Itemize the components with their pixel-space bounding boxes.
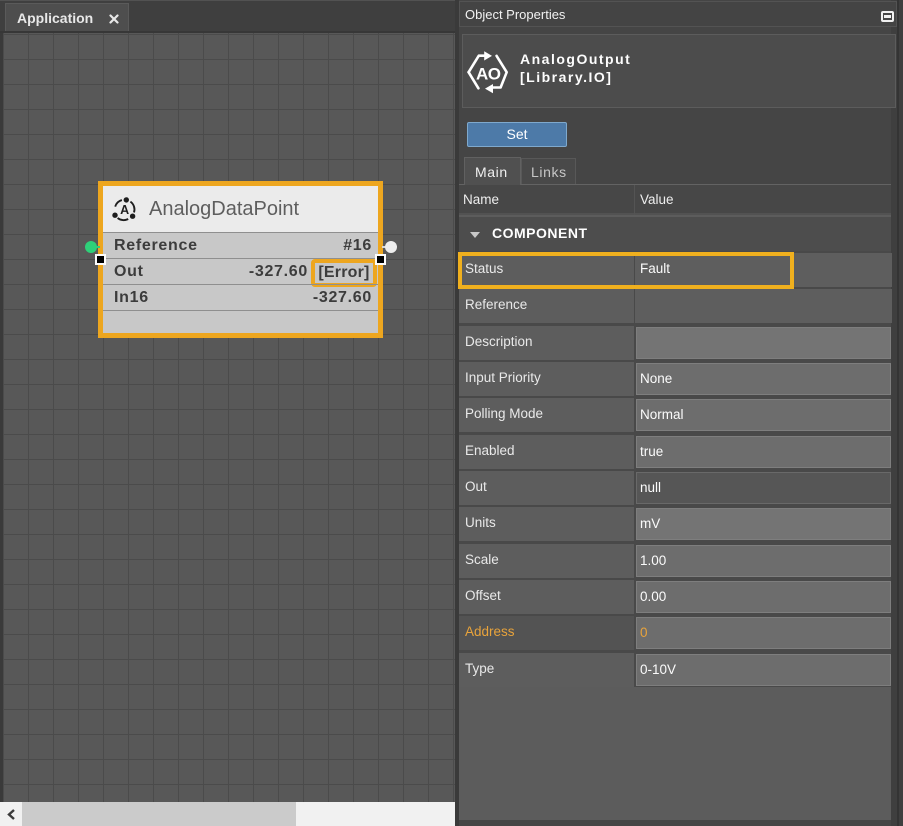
svg-text:AO: AO bbox=[476, 65, 501, 84]
svg-text:A: A bbox=[120, 203, 129, 217]
